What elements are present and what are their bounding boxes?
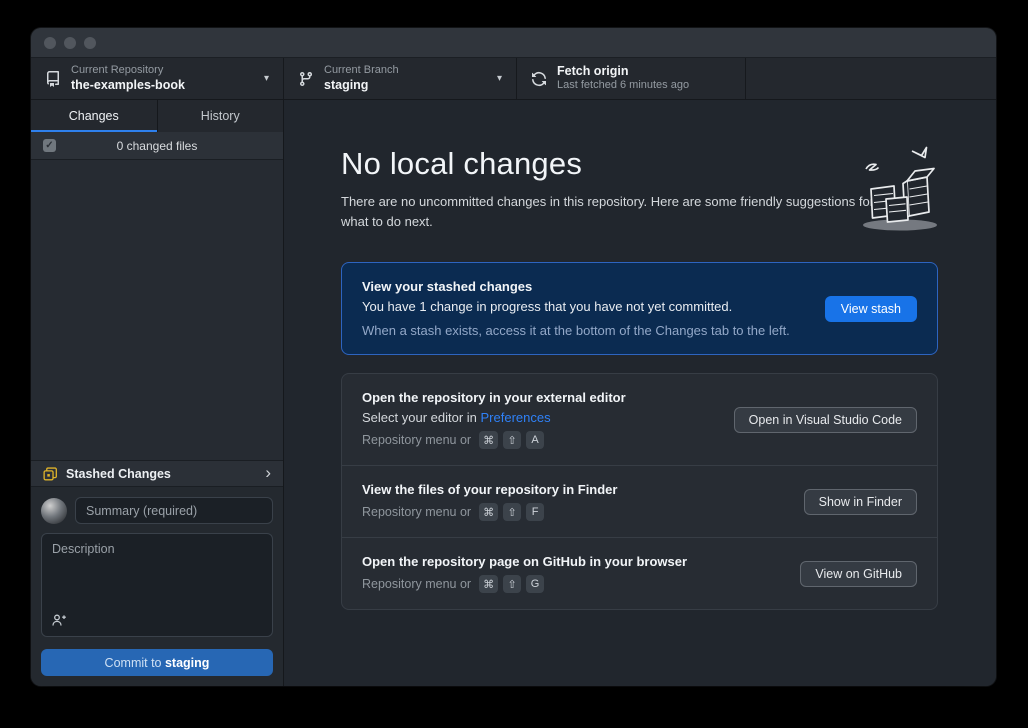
description-input[interactable] (42, 534, 272, 614)
sidebar: Changes History ✓ 0 changed files (31, 100, 284, 686)
description-box (41, 533, 273, 637)
suggestion-external-editor: Open the repository in your external edi… (342, 374, 937, 465)
letter-key-chip: F (526, 503, 544, 521)
view-stash-button[interactable]: View stash (825, 296, 917, 322)
add-coauthor-button[interactable] (50, 611, 68, 629)
stash-icon (43, 466, 58, 481)
suggestions-list: Open the repository in your external edi… (341, 373, 938, 610)
letter-key-chip: A (526, 431, 544, 449)
suggestion-title: Open the repository in your external edi… (362, 390, 714, 405)
select-all-checkbox[interactable]: ✓ (43, 139, 56, 152)
paper-stack-illustration (850, 144, 944, 236)
git-branch-icon (298, 71, 314, 87)
letter-key-chip: G (526, 575, 544, 593)
show-in-finder-button[interactable]: Show in Finder (804, 489, 917, 515)
shift-key-chip: ⇧ (503, 503, 521, 521)
stashed-changes-card: View your stashed changes You have 1 cha… (341, 262, 938, 355)
sync-icon (531, 71, 547, 87)
stash-card-body: You have 1 change in progress that you h… (362, 299, 805, 314)
fetch-origin-subtitle: Last fetched 6 minutes ago (557, 79, 731, 93)
stash-card-title: View your stashed changes (362, 279, 805, 294)
tab-changes[interactable]: Changes (31, 100, 158, 132)
changed-files-count: 0 changed files (56, 139, 271, 153)
suggestion-view-on-github: Open the repository page on GitHub in yo… (342, 537, 937, 609)
stash-card-note: When a stash exists, access it at the bo… (362, 323, 805, 338)
toolbar: Current Repository the-examples-book ▾ C… (31, 58, 996, 100)
toolbar-spacer (746, 58, 996, 99)
commit-form: Commit to staging (31, 487, 283, 686)
main-panel: No local changes There are no uncommitte… (284, 100, 996, 686)
view-on-github-button[interactable]: View on GitHub (800, 561, 917, 587)
commit-button-branch: staging (165, 656, 209, 670)
chevron-down-icon: ▾ (264, 73, 269, 84)
changed-files-header: ✓ 0 changed files (31, 132, 283, 160)
shift-key-chip: ⇧ (503, 575, 521, 593)
content: Changes History ✓ 0 changed files (31, 100, 996, 686)
repo-icon (45, 71, 61, 87)
chevron-down-icon: ▾ (497, 73, 502, 84)
tab-history[interactable]: History (158, 100, 284, 132)
page-title: No local changes (341, 146, 938, 182)
current-repository-dropdown[interactable]: Current Repository the-examples-book ▾ (31, 58, 284, 99)
sidebar-tabs: Changes History (31, 100, 283, 132)
suggestion-title: Open the repository page on GitHub in yo… (362, 554, 780, 569)
chevron-right-icon: › (265, 464, 271, 481)
checkmark-icon: ✓ (45, 140, 53, 151)
person-add-icon (51, 612, 67, 628)
tab-history-label: History (201, 109, 240, 123)
preferences-link[interactable]: Preferences (481, 410, 551, 425)
page-subtitle: There are no uncommitted changes in this… (341, 192, 875, 232)
summary-input[interactable] (75, 497, 273, 524)
tab-changes-label: Changes (69, 109, 119, 123)
titlebar (31, 28, 996, 58)
avatar (41, 498, 67, 524)
app-window: Current Repository the-examples-book ▾ C… (31, 28, 996, 686)
shortcut-prefix: Repository menu or (362, 577, 471, 591)
open-in-editor-button[interactable]: Open in Visual Studio Code (734, 407, 917, 433)
commit-button-prefix: Commit to (105, 656, 165, 670)
current-branch-value: staging (324, 78, 487, 94)
fetch-origin-title: Fetch origin (557, 64, 731, 80)
current-repository-value: the-examples-book (71, 78, 254, 94)
current-repository-label: Current Repository (71, 64, 254, 78)
commit-button[interactable]: Commit to staging (41, 649, 273, 676)
current-branch-dropdown[interactable]: Current Branch staging ▾ (284, 58, 517, 99)
stashed-changes-row[interactable]: Stashed Changes › (31, 460, 283, 487)
shortcut-prefix: Repository menu or (362, 433, 471, 447)
suggestion-show-in-finder: View the files of your repository in Fin… (342, 465, 937, 537)
zoom-button[interactable] (84, 37, 96, 49)
editor-line-prefix: Select your editor in (362, 410, 481, 425)
current-branch-label: Current Branch (324, 64, 487, 78)
shift-key-chip: ⇧ (503, 431, 521, 449)
cmd-key-chip: ⌘ (479, 503, 498, 521)
changes-list[interactable] (31, 160, 283, 460)
minimize-button[interactable] (64, 37, 76, 49)
cmd-key-chip: ⌘ (479, 431, 498, 449)
close-button[interactable] (44, 37, 56, 49)
fetch-origin-button[interactable]: Fetch origin Last fetched 6 minutes ago (517, 58, 746, 99)
stashed-changes-label: Stashed Changes (66, 467, 257, 481)
shortcut-prefix: Repository menu or (362, 505, 471, 519)
suggestion-title: View the files of your repository in Fin… (362, 482, 784, 497)
cmd-key-chip: ⌘ (479, 575, 498, 593)
